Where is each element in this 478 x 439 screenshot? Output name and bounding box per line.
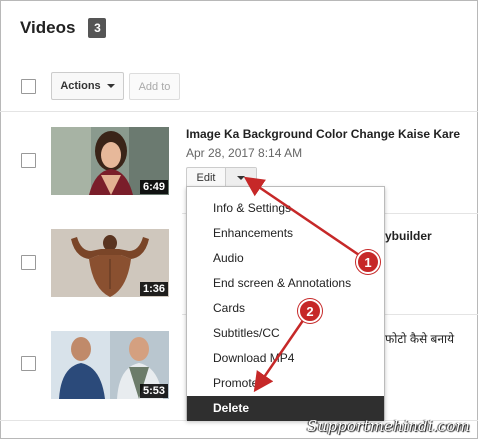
- arrow-to-dropdown: [243, 176, 363, 259]
- watermark: Supportmehindi.com: [306, 417, 470, 435]
- step-1-badge: 1: [356, 250, 380, 274]
- arrow-to-delete: [253, 318, 306, 393]
- annotation-arrows: [243, 176, 363, 393]
- step-2-badge: 2: [298, 299, 322, 323]
